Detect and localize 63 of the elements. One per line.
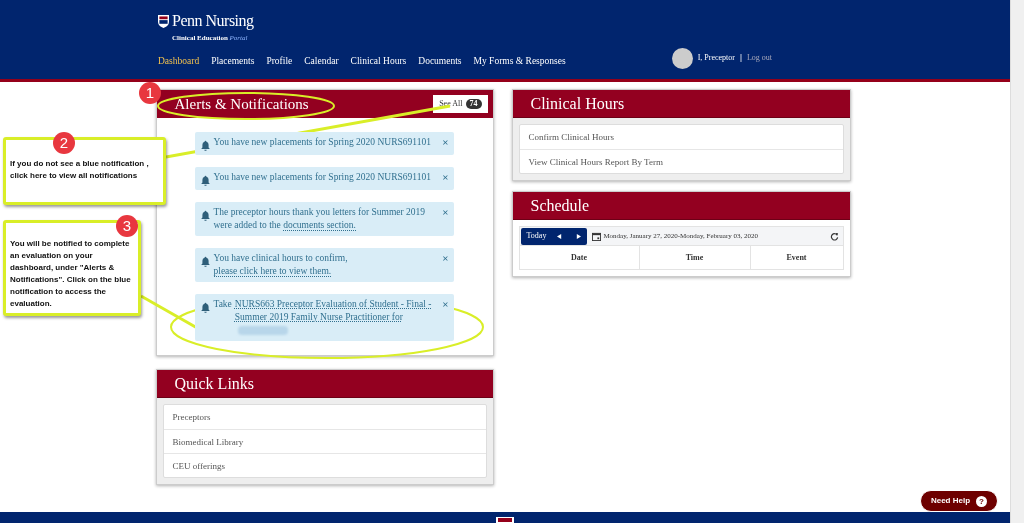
nav-link[interactable]: Dashboard bbox=[158, 53, 200, 69]
step-number: 3 bbox=[116, 215, 138, 237]
list-link[interactable]: Confirm Clinical Hours bbox=[519, 125, 843, 149]
callout-text: You will be notified to complete an evaluation on your dashboard, under "Alerts & Notifications". Click on the blue notification to access the evaluation. bbox=[10, 238, 132, 310]
nav-link[interactable]: Profile bbox=[266, 53, 293, 69]
logout-link[interactable]: Log out bbox=[746, 52, 773, 64]
list-link[interactable]: View Clinical Hours Report By Term bbox=[519, 149, 843, 173]
callout-text: If you do not see a blue notification , click here to view all notifications bbox=[10, 158, 150, 182]
notification-link[interactable]: documents section. bbox=[283, 220, 356, 231]
shield-icon bbox=[496, 517, 514, 523]
notification[interactable]: The preceptor hours thank you letters for Summer 2019 were added to the documents section. × bbox=[194, 202, 454, 236]
notification-text: You have new placements for Spring 2020 NURS691101 bbox=[213, 136, 432, 149]
list-link[interactable]: CEU offerings bbox=[163, 453, 486, 477]
nav-link[interactable]: Clinical Hours bbox=[350, 53, 407, 69]
calendar-icon bbox=[592, 231, 602, 241]
help-icon: ? bbox=[976, 495, 988, 507]
column-header: Date bbox=[570, 251, 588, 264]
step-number: 1 bbox=[139, 82, 161, 104]
count-badge: 74 bbox=[465, 99, 482, 109]
bell-icon bbox=[199, 140, 211, 151]
notification-text: You have new placements for Spring 2020 NURS691101 bbox=[213, 171, 432, 184]
bell-icon bbox=[199, 175, 211, 186]
notification[interactable]: You have new placements for Spring 2020 NURS691101 × bbox=[194, 132, 454, 155]
nav-link[interactable]: Placements bbox=[211, 53, 255, 69]
panel-title: Clinical Hours bbox=[530, 93, 625, 114]
logo-text: Penn Nursing bbox=[172, 13, 254, 29]
close-button[interactable]: × bbox=[442, 136, 449, 148]
list-link[interactable]: Biomedical Library bbox=[163, 429, 486, 453]
panel-title: Schedule bbox=[530, 195, 590, 216]
refresh-icon[interactable] bbox=[829, 231, 839, 241]
notification-text: The preceptor hours thank you letters for Summer 2019 were added to the documents section. bbox=[213, 206, 427, 232]
close-button[interactable]: × bbox=[442, 171, 449, 183]
need-help-button[interactable]: Need Help ? bbox=[920, 490, 998, 512]
nav-link[interactable]: My Forms & Responses bbox=[473, 53, 566, 69]
step-number: 2 bbox=[53, 132, 75, 154]
user-name: I, Preceptor bbox=[697, 52, 735, 64]
shield-icon bbox=[158, 14, 169, 28]
panel-title: Alerts & Notifications bbox=[174, 96, 309, 112]
bell-icon bbox=[199, 302, 211, 313]
next-icon[interactable] bbox=[576, 233, 582, 239]
notification-link[interactable]: NURS663 Preceptor Evaluation of Student - Final - Summer 2019 Family Nurse Practitioner for bbox=[234, 298, 440, 337]
notification[interactable]: You have new placements for Spring 2020 NURS691101 × bbox=[194, 167, 454, 190]
close-button[interactable]: × bbox=[442, 298, 449, 310]
panel-title: Quick Links bbox=[174, 373, 255, 394]
today-button[interactable]: Today bbox=[526, 230, 547, 242]
avatar bbox=[671, 47, 693, 69]
notification[interactable]: Take NURS663 Preceptor Evaluation of Student - Final - Summer 2019 Family Nurse Practitioner for × bbox=[194, 294, 454, 341]
nav-link[interactable]: Documents bbox=[418, 53, 462, 69]
bell-icon bbox=[199, 210, 211, 221]
close-button[interactable]: × bbox=[442, 252, 449, 264]
column-header: Event bbox=[749, 246, 843, 269]
nav-link[interactable]: Calendar bbox=[304, 53, 339, 69]
notification-text: You have clinical hours to confirm, please click here to view them. bbox=[213, 252, 349, 278]
notification-link[interactable]: please click here to view them. bbox=[213, 266, 332, 277]
column-header: Time bbox=[638, 246, 750, 269]
notification[interactable]: You have clinical hours to confirm, please click here to view them. × bbox=[194, 248, 454, 282]
notification-text: Take bbox=[213, 298, 232, 311]
separator: | bbox=[740, 51, 742, 65]
scrollbar[interactable] bbox=[1010, 0, 1024, 523]
previous-icon[interactable] bbox=[557, 233, 563, 239]
close-button[interactable]: × bbox=[442, 206, 449, 218]
bell-icon bbox=[199, 256, 211, 267]
list-link[interactable]: Preceptors bbox=[163, 405, 486, 429]
